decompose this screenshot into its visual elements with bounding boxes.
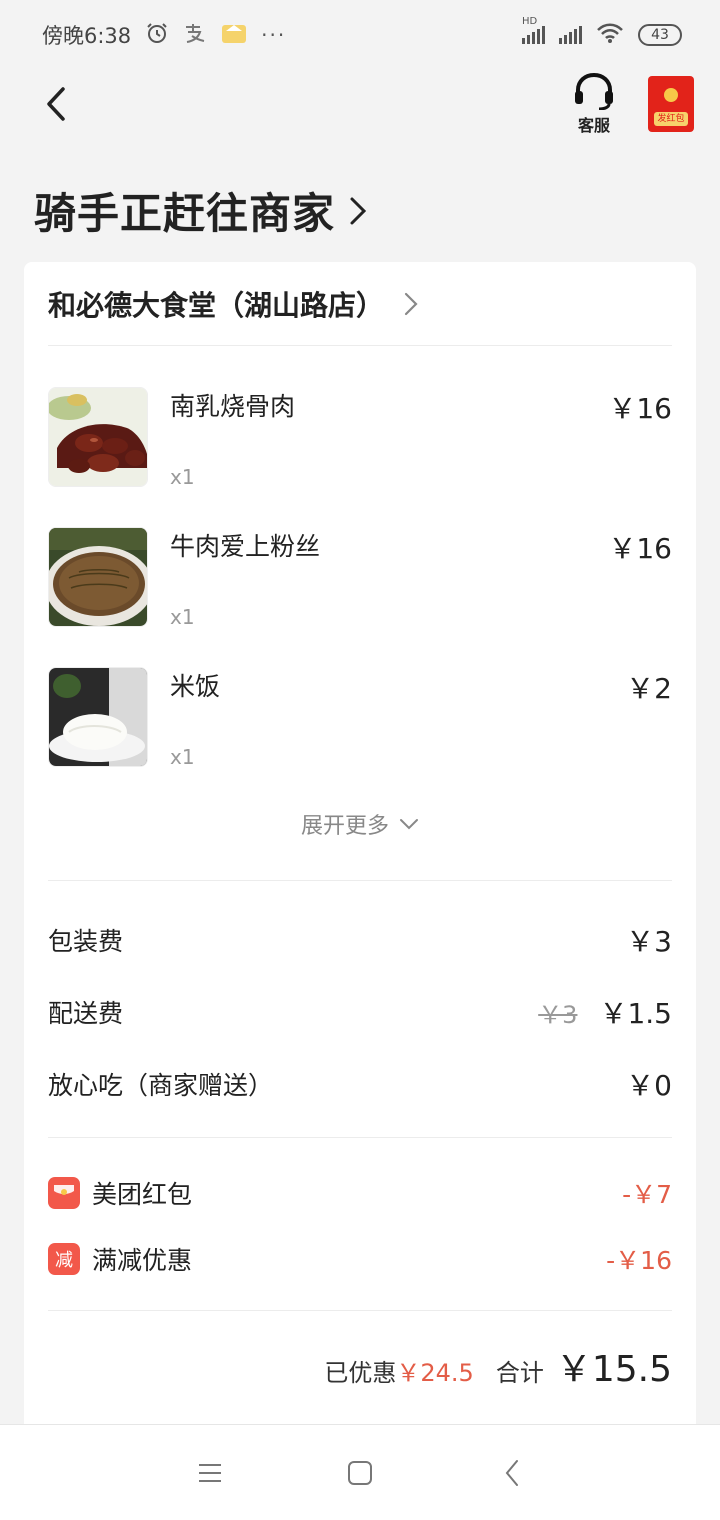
network-label: HD (522, 16, 538, 27)
status-left: 傍晚6:38 ··· (42, 20, 286, 50)
home-button[interactable] (340, 1455, 380, 1491)
packing-fee-value: ￥3 (626, 925, 672, 958)
dish-item[interactable]: 米饭 x1 ￥2 (48, 667, 672, 769)
safe-eat-value: ￥0 (626, 1069, 672, 1102)
delivery-fee-row: 配送费 ￥3 ￥1.5 (48, 992, 672, 1032)
order-total-row: 已优惠 ￥24.5 合计 ￥15.5 (48, 1340, 672, 1390)
dish-name: 南乳烧骨肉 (170, 392, 296, 421)
dish-image (48, 667, 148, 767)
full-reduction-row: 减 满减优惠 -￥16 (48, 1239, 672, 1279)
menu-button[interactable] (190, 1455, 230, 1491)
alipay-icon (183, 22, 207, 49)
shop-row[interactable]: 和必德大食堂（湖山路店） (48, 262, 672, 346)
full-reduction-icon: 减 (48, 1243, 80, 1275)
packing-fee-label: 包装费 (48, 927, 124, 956)
order-status-title[interactable]: 骑手正赶往商家 (34, 180, 367, 241)
nav-back-button[interactable] (492, 1455, 532, 1491)
alarm-icon (145, 21, 169, 50)
home-icon (348, 1461, 372, 1485)
total-label: 合计 (495, 1359, 544, 1387)
dish-price: ￥16 (608, 532, 672, 565)
dish-image (48, 527, 148, 627)
chevron-right-icon (404, 292, 418, 315)
order-status-text: 骑手正赶往商家 (34, 189, 336, 238)
delivery-fee-original: ￥3 (538, 1000, 578, 1029)
header: 客服 发红包 (0, 70, 720, 140)
system-navigation-bar (0, 1424, 720, 1520)
safe-eat-label: 放心吃（商家赠送） (48, 1071, 274, 1100)
dish-price: ￥16 (608, 392, 672, 425)
redpacket-discount-row: 美团红包 -￥7 (48, 1173, 672, 1213)
saved-label: 已优惠 (324, 1359, 397, 1387)
redpacket-label: 发红包 (654, 112, 688, 126)
status-right: HD 43 (522, 16, 682, 49)
dish-item[interactable]: 南乳烧骨肉 x1 ￥16 (48, 387, 672, 489)
signal-icon: HD (522, 16, 545, 44)
dish-quantity: x1 (170, 605, 195, 629)
battery-icon: 43 (638, 24, 682, 46)
menu-icon (199, 1464, 221, 1482)
divider (48, 880, 672, 881)
more-notifications-icon: ··· (261, 23, 287, 47)
app-notification-icon (221, 21, 247, 50)
status-time: 傍晚6:38 (42, 24, 132, 48)
redpacket-icon (48, 1177, 80, 1209)
back-button[interactable] (36, 82, 76, 126)
packing-fee-row: 包装费 ￥3 (48, 920, 672, 960)
chevron-down-icon (400, 819, 418, 830)
signal-icon-2 (559, 26, 582, 44)
expand-more-button[interactable]: 展开更多 (24, 808, 696, 840)
dish-item[interactable]: 牛肉爱上粉丝 x1 ￥16 (48, 527, 672, 629)
safe-eat-row: 放心吃（商家赠送） ￥0 (48, 1064, 672, 1104)
dish-name: 米饭 (170, 672, 221, 701)
dish-quantity: x1 (170, 745, 195, 769)
redpacket-discount-value: -￥7 (622, 1180, 672, 1209)
back-arrow-icon (47, 87, 65, 121)
divider (48, 1137, 672, 1138)
full-reduction-value: -￥16 (606, 1246, 672, 1275)
wifi-icon (596, 22, 624, 49)
expand-more-label: 展开更多 (300, 814, 389, 839)
chevron-right-icon (350, 197, 367, 224)
full-reduction-label: 满减优惠 (92, 1246, 193, 1275)
customer-service-label: 客服 (577, 116, 610, 135)
status-bar: 傍晚6:38 ··· HD 43 (0, 0, 720, 70)
dish-name: 牛肉爱上粉丝 (170, 532, 321, 561)
total-value: ￥15.5 (555, 1349, 672, 1390)
back-icon (505, 1460, 518, 1486)
order-detail-card: 和必德大食堂（湖山路店） 南乳烧骨肉 x1 ￥16 牛肉爱上粉丝 x1 ￥16 … (24, 262, 696, 1432)
delivery-fee-value: ￥1.5 (599, 997, 672, 1030)
customer-service-button[interactable]: 客服 (566, 72, 622, 138)
redpacket-discount-label: 美团红包 (92, 1180, 193, 1209)
send-redpacket-button[interactable]: 发红包 (648, 76, 694, 132)
divider (48, 1310, 672, 1311)
delivery-fee-label: 配送费 (48, 999, 124, 1028)
headset-icon (575, 72, 613, 110)
dish-image (48, 387, 148, 487)
dish-price: ￥2 (626, 672, 672, 705)
dish-quantity: x1 (170, 465, 195, 489)
saved-value: ￥24.5 (396, 1359, 474, 1387)
shop-name: 和必德大食堂（湖山路店） (48, 288, 385, 322)
redpacket-coin-icon (664, 88, 678, 102)
